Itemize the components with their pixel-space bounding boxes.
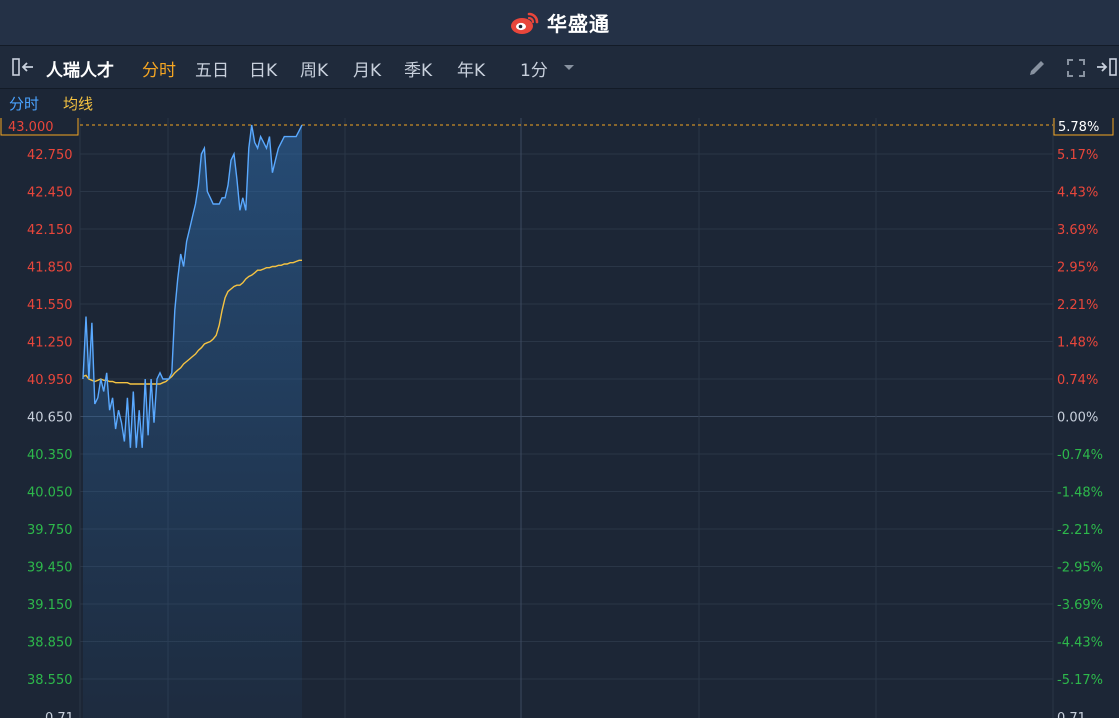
price-axis: 43.000 42.750 42.450 42.150 41.850 41.550 41.2…: [0, 118, 79, 688]
price-tick-label: 42.450: [27, 186, 73, 201]
percent-tick-label: -4.43%: [1057, 636, 1103, 651]
percent-tick-label: 1.48%: [1057, 336, 1098, 351]
percent-tick-label: 0.74%: [1057, 373, 1098, 388]
pencil-icon[interactable]: [1027, 58, 1047, 78]
legend-average-label: 均线: [63, 95, 94, 113]
tab-daily-k[interactable]: 日K: [249, 56, 277, 81]
percent-tick-label: -2.95%: [1057, 561, 1103, 576]
price-tick-label: 41.550: [27, 298, 73, 313]
collapse-sidebar-icon[interactable]: [11, 58, 37, 76]
price-tick-label: 38.850: [27, 636, 73, 651]
brand: 华盛通: [0, 0, 1119, 45]
percent-tick-label: 4.43%: [1057, 186, 1098, 201]
tab-five-day[interactable]: 五日: [195, 56, 229, 81]
stock-name[interactable]: 人瑞人才: [46, 56, 114, 81]
percent-tick-label: -5.17%: [1057, 673, 1103, 688]
tab-quarterly-k[interactable]: 季K: [404, 56, 432, 81]
percent-tick-label: 2.95%: [1057, 261, 1098, 276]
legend-intraday-label: 分时: [9, 95, 40, 113]
price-tick-label: 39.750: [27, 523, 73, 538]
tab-monthly-k[interactable]: 月K: [353, 56, 381, 81]
interval-select[interactable]: 1分: [520, 56, 548, 81]
top-bar: 华盛通: [0, 0, 1119, 46]
price-tick-label: 39.450: [27, 561, 73, 576]
price-tick-label: 38.550: [27, 673, 73, 688]
price-tick-label: 41.250: [27, 336, 73, 351]
price-tick-label: 40.650: [27, 411, 73, 426]
tab-yearly-k[interactable]: 年K: [457, 56, 485, 81]
current-percent-label: 5.78%: [1058, 120, 1099, 135]
percent-tick-label: -0.74%: [1057, 448, 1103, 463]
brand-name: 华盛通: [547, 12, 610, 36]
expand-panel-icon[interactable]: [1096, 58, 1118, 76]
percent-tick-label: -2.21%: [1057, 523, 1103, 538]
price-tick-label: 39.150: [27, 598, 73, 613]
percent-tick-label: 5.17%: [1057, 148, 1098, 163]
percent-tick-label: 3.69%: [1057, 223, 1098, 238]
percent-tick-label: -1.48%: [1057, 486, 1103, 501]
chevron-down-icon[interactable]: [563, 64, 575, 72]
intraday-chart[interactable]: 43.000 42.750 42.450 42.150 41.850 41.550 41.2…: [0, 118, 1119, 718]
tab-intraday[interactable]: 分时: [142, 56, 176, 81]
weibo-logo-icon: [511, 12, 539, 34]
price-tick-label: 41.850: [27, 261, 73, 276]
fullscreen-icon[interactable]: [1066, 58, 1086, 78]
toolbar: 人瑞人才 分时 五日 日K 周K 月K 季K 年K 1分: [0, 46, 1119, 89]
legend-bar: 分时 均线: [0, 89, 1119, 117]
percent-tick-label: -3.69%: [1057, 598, 1103, 613]
price-tick-label: 40.350: [27, 448, 73, 463]
percent-tick-label: 2.21%: [1057, 298, 1098, 313]
volume-scale-left: 0.71: [45, 711, 74, 718]
current-price-label: 43.000: [8, 120, 54, 135]
percent-axis: 5.78% 5.17% 4.43% 3.69% 2.95% 2.21% 1.48% 0.74%…: [1053, 118, 1114, 688]
price-tick-label: 40.950: [27, 373, 73, 388]
price-tick-label: 42.750: [27, 148, 73, 163]
volume-scale-right: 0.71: [1057, 711, 1086, 718]
price-tick-label: 40.050: [27, 486, 73, 501]
percent-tick-label: 0.00%: [1057, 411, 1098, 426]
price-tick-label: 42.150: [27, 223, 73, 238]
tab-weekly-k[interactable]: 周K: [300, 56, 328, 81]
